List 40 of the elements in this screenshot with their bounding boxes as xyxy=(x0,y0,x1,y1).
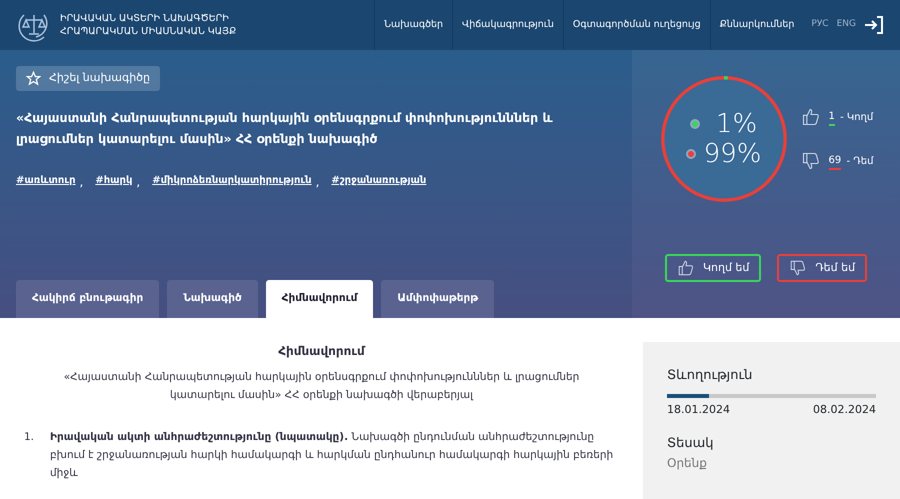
thumbs-down-icon xyxy=(800,151,821,171)
tab[interactable]: Ամփոփաթերթ xyxy=(381,280,494,318)
against-count: 69 xyxy=(828,152,842,170)
tag-link[interactable]: #առևտուր xyxy=(16,172,76,191)
duration-label: Տևողություն xyxy=(667,367,754,385)
start-date: 18.01.2024 xyxy=(667,402,730,418)
against-label: - Դեմ xyxy=(845,154,874,168)
tag-link[interactable]: #շրջանառության xyxy=(331,172,426,191)
tag-separator: , xyxy=(316,174,320,191)
tag-link[interactable]: #հարկ xyxy=(95,172,132,191)
for-count: 1 xyxy=(828,108,835,126)
tab[interactable]: Նախագիծ xyxy=(167,280,258,318)
for-percent: 1% xyxy=(716,111,758,137)
thumbs-up-icon xyxy=(676,259,695,277)
thumbs-down-icon xyxy=(789,259,808,277)
type-value: Օրենք xyxy=(667,454,708,472)
language-link[interactable]: РУС xyxy=(811,18,829,32)
vote-against-button[interactable]: Դեմ եմ xyxy=(777,254,868,282)
list-number: 1. xyxy=(24,430,34,445)
tag-link[interactable]: #միկրոձեռնարկատիրություն xyxy=(152,172,312,191)
end-date: 08.02.2024 xyxy=(813,402,876,418)
for-label: - Կողմ xyxy=(839,110,874,124)
thumbs-up-icon xyxy=(800,107,821,127)
tab[interactable]: Հիմնավորում xyxy=(266,280,374,318)
tag-separator: , xyxy=(136,174,140,191)
section-subtitle: «Հայաստանի Հանրապետության հարկային օրենսգրքում փոփոխությունններ և լրացումներ կատարելու մասին» ՀՀ օրենքի նախագծի վերաբերյալ xyxy=(62,370,580,403)
tab[interactable]: Հակիրճ բնութագիր xyxy=(16,280,160,318)
tag-separator: , xyxy=(80,174,84,191)
site-title: ՀՐԱՊԱՐԱԿՄԱՆ ՄԻԱՍՆԱԿԱՆ ԿԱՅՔ xyxy=(60,25,238,38)
against-percent: 99% xyxy=(704,141,762,167)
site-title: ԻՐԱՎԱԿԱՆ ԱԿՏԵՐԻ ՆԱԽԱԳԾԵՐԻ xyxy=(60,12,230,25)
vote-for-button[interactable]: Կողմ եմ xyxy=(664,254,762,282)
list-paragraph: Իրավական ակտի անհրաժեշտությունը (նպատակը). Նախագծի ընդունման անհրաժեշտությունը բխում է շրջանառության հարկի համակարգի և հարկման ընդհանուր համակարգի հարկային բեռերի միջև xyxy=(50,430,614,481)
login-icon[interactable] xyxy=(864,16,884,34)
project-title: «Հայաստանի Հանրապետության հարկային օրենսգրքում փոփոխությունններ և լրացումներ կատարելու մասին» ՀՀ օրենքի նախագիծ xyxy=(16,108,554,148)
star-icon xyxy=(26,70,41,86)
type-label: Տեսակ xyxy=(667,435,715,453)
section-heading: Հիմնավորում xyxy=(277,343,366,360)
bookmark-button[interactable]: Հիշել նախագիծը xyxy=(16,66,160,90)
language-link[interactable]: ENG xyxy=(836,18,856,32)
